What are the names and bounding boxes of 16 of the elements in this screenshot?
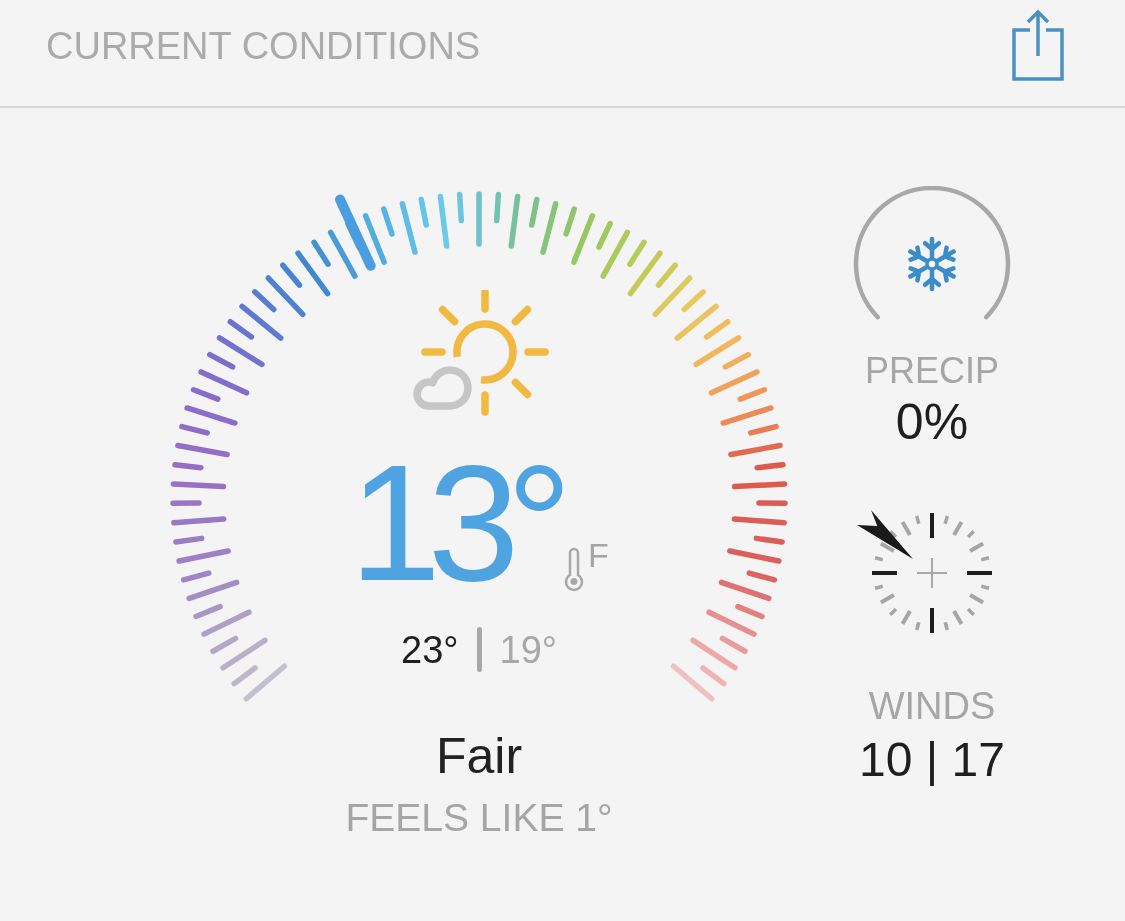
low-temperature: 19° <box>499 630 557 669</box>
precip-label: PRECIP <box>864 353 999 389</box>
precip-value: 0% <box>895 397 969 447</box>
high-temperature: 23° <box>401 630 459 669</box>
share-icon <box>1011 8 1065 82</box>
winds-label: WINDS <box>868 687 996 725</box>
temperature-unit: F <box>588 538 609 572</box>
condition-text: Fair <box>435 731 523 781</box>
header-title: CURRENT CONDITIONS <box>46 27 481 65</box>
temperature-value: 13° <box>349 441 560 606</box>
winds-value: 10 | 17 <box>859 736 1005 784</box>
wind-arrow-icon <box>857 510 913 559</box>
feels-like-text: FEELS LIKE 1° <box>345 798 613 837</box>
thermometer-icon <box>563 546 586 592</box>
share-button[interactable] <box>1011 8 1065 82</box>
snowflake-icon <box>908 236 956 292</box>
